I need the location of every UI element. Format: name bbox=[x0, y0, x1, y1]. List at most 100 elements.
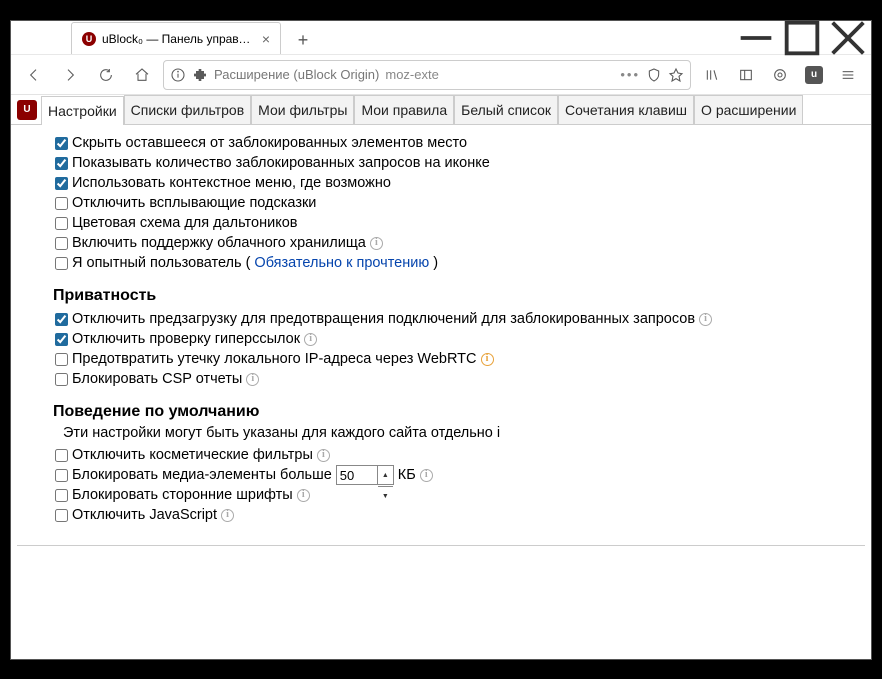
option-row: Отключить предзагрузку для предотвращени… bbox=[55, 309, 859, 329]
info-icon[interactable]: i bbox=[246, 373, 259, 386]
option-label: Блокировать сторонние шрифты bbox=[72, 485, 293, 505]
info-icon[interactable]: i bbox=[497, 425, 500, 441]
page-actions-icon[interactable]: ••• bbox=[620, 67, 640, 82]
reload-button[interactable] bbox=[91, 60, 121, 90]
sidebar-icon[interactable] bbox=[731, 60, 761, 90]
option-checkbox[interactable] bbox=[55, 257, 68, 270]
menu-icon[interactable] bbox=[833, 60, 863, 90]
dashboard-tab[interactable]: Мои правила bbox=[354, 95, 454, 124]
protections-icon[interactable] bbox=[765, 60, 795, 90]
browser-tab-active[interactable]: U uBlock₀ — Панель управлени × bbox=[71, 22, 281, 54]
option-row: Предотвратить утечку локального IP-адрес… bbox=[55, 349, 859, 369]
settings-body: Скрыть оставшееся от заблокированных эле… bbox=[17, 125, 865, 546]
option-checkbox[interactable] bbox=[55, 313, 68, 326]
general-options: Скрыть оставшееся от заблокированных эле… bbox=[23, 133, 859, 273]
option-checkbox[interactable] bbox=[55, 353, 68, 366]
option-label: Предотвратить утечку локального IP-адрес… bbox=[72, 349, 477, 369]
option-checkbox[interactable] bbox=[55, 177, 68, 190]
browser-tab-title: uBlock₀ — Панель управлени bbox=[102, 32, 256, 46]
url-bar[interactable]: Расширение (uBlock Origin) moz-exte ••• bbox=[163, 60, 691, 90]
option-row: Я опытный пользователь (Обязательно к пр… bbox=[55, 253, 859, 273]
option-checkbox[interactable] bbox=[55, 489, 68, 502]
info-icon[interactable]: i bbox=[699, 313, 712, 326]
option-label: Отключить JavaScript bbox=[72, 505, 217, 525]
option-row: Использовать контекстное меню, где возмо… bbox=[55, 173, 859, 193]
option-row: Цветовая схема для дальтоников bbox=[55, 213, 859, 233]
dashboard-tab[interactable]: Белый список bbox=[454, 95, 558, 124]
info-icon[interactable]: i bbox=[481, 353, 494, 366]
dashboard-tab[interactable]: Мои фильтры bbox=[251, 95, 354, 124]
behavior-title: Поведение по умолчанию bbox=[53, 403, 859, 421]
behavior-hint: Эти настройки могут быть указаны для каж… bbox=[63, 425, 859, 441]
option-checkbox[interactable] bbox=[55, 469, 68, 482]
numeric-field[interactable] bbox=[337, 466, 377, 484]
option-checkbox[interactable] bbox=[55, 333, 68, 346]
option-checkbox[interactable] bbox=[55, 197, 68, 210]
titlebar: U uBlock₀ — Панель управлени × + bbox=[11, 21, 871, 55]
privacy-title: Приватность bbox=[53, 287, 859, 305]
option-checkbox[interactable] bbox=[55, 373, 68, 386]
back-button[interactable] bbox=[19, 60, 49, 90]
info-icon[interactable]: i bbox=[304, 333, 317, 346]
unit-label: КБ bbox=[398, 465, 416, 485]
option-row: Блокировать медиа-элементы больше▲▼ КБi bbox=[55, 465, 859, 485]
ublock-toolbar-icon[interactable]: u bbox=[799, 60, 829, 90]
ublock-logo-icon: U bbox=[17, 100, 37, 120]
page-content[interactable]: U НастройкиСписки фильтровМои фильтрыМои… bbox=[11, 95, 871, 659]
home-button[interactable] bbox=[127, 60, 157, 90]
url-text: moz-exte bbox=[385, 67, 614, 82]
dashboard-tabs: НастройкиСписки фильтровМои фильтрыМои п… bbox=[41, 95, 803, 124]
option-row: Показывать количество заблокированных за… bbox=[55, 153, 859, 173]
option-label: Я опытный пользователь ( bbox=[72, 253, 250, 273]
option-label: Блокировать CSP отчеты bbox=[72, 369, 242, 389]
behavior-options: Отключить косметические фильтрыiБлокиров… bbox=[23, 445, 859, 525]
dashboard-tab[interactable]: О расширении bbox=[694, 95, 803, 124]
dashboard-tab[interactable]: Настройки bbox=[41, 96, 124, 125]
option-row: Отключить косметические фильтры i bbox=[55, 445, 859, 465]
option-row: Отключить проверку гиперссылок i bbox=[55, 329, 859, 349]
option-checkbox[interactable] bbox=[55, 217, 68, 230]
option-link[interactable]: Обязательно к прочтению bbox=[254, 253, 429, 273]
info-icon[interactable]: i bbox=[317, 449, 330, 462]
option-checkbox[interactable] bbox=[55, 237, 68, 250]
bookmark-star-icon[interactable] bbox=[668, 67, 684, 83]
option-label: Отключить проверку гиперссылок bbox=[72, 329, 300, 349]
option-label: Отключить всплывающие подсказки bbox=[72, 193, 316, 213]
option-checkbox[interactable] bbox=[55, 449, 68, 462]
content-wrap: U НастройкиСписки фильтровМои фильтрыМои… bbox=[11, 95, 871, 659]
option-label: Отключить косметические фильтры bbox=[72, 445, 313, 465]
tab-strip: U uBlock₀ — Панель управлени × + bbox=[11, 21, 317, 54]
numeric-input[interactable]: ▲▼ bbox=[336, 465, 394, 485]
option-checkbox[interactable] bbox=[55, 509, 68, 522]
option-row: Блокировать CSP отчеты i bbox=[55, 369, 859, 389]
spin-down-icon[interactable]: ▼ bbox=[378, 487, 393, 507]
dashboard-header: U НастройкиСписки фильтровМои фильтрыМои… bbox=[11, 95, 871, 125]
ublock-favicon-icon: U bbox=[82, 32, 96, 46]
privacy-options: Отключить предзагрузку для предотвращени… bbox=[23, 309, 859, 389]
option-checkbox[interactable] bbox=[55, 157, 68, 170]
option-checkbox[interactable] bbox=[55, 137, 68, 150]
option-label: Скрыть оставшееся от заблокированных эле… bbox=[72, 133, 467, 153]
info-icon[interactable]: i bbox=[297, 489, 310, 502]
new-tab-button[interactable]: + bbox=[289, 26, 317, 54]
reader-shield-icon[interactable] bbox=[646, 67, 662, 83]
info-icon[interactable]: i bbox=[420, 469, 433, 482]
dashboard-tab[interactable]: Сочетания клавиш bbox=[558, 95, 694, 124]
toolbar-right: u bbox=[697, 60, 863, 90]
option-label: Отключить предзагрузку для предотвращени… bbox=[72, 309, 695, 329]
close-button[interactable] bbox=[825, 21, 871, 55]
spin-up-icon[interactable]: ▲ bbox=[378, 466, 393, 487]
library-icon[interactable] bbox=[697, 60, 727, 90]
option-row: Блокировать сторонние шрифты i bbox=[55, 485, 859, 505]
forward-button[interactable] bbox=[55, 60, 85, 90]
option-label: ) bbox=[433, 253, 438, 273]
minimize-button[interactable] bbox=[733, 21, 779, 55]
extension-icon bbox=[192, 67, 208, 83]
tab-close-icon[interactable]: × bbox=[262, 31, 270, 47]
info-icon[interactable]: i bbox=[370, 237, 383, 250]
dashboard-tab[interactable]: Списки фильтров bbox=[124, 95, 251, 124]
info-icon[interactable] bbox=[170, 67, 186, 83]
browser-window: U uBlock₀ — Панель управлени × + bbox=[10, 20, 872, 660]
info-icon[interactable]: i bbox=[221, 509, 234, 522]
maximize-button[interactable] bbox=[779, 21, 825, 55]
